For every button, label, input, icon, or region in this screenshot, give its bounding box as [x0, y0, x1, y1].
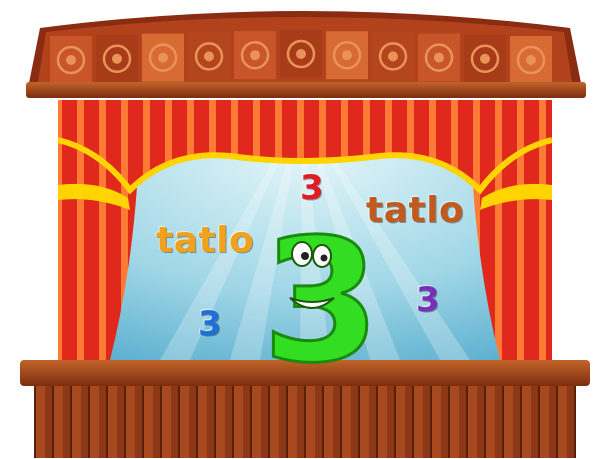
header-rail	[26, 82, 586, 98]
numeral-purple: 3	[416, 280, 440, 320]
word-right: tatlo	[366, 190, 465, 231]
rosette-center-icon	[296, 49, 306, 59]
rosette-center-icon	[434, 52, 444, 63]
rosette-center-icon	[250, 50, 260, 61]
word-left: tatlo	[156, 220, 255, 261]
numeral-red: 3	[300, 168, 324, 208]
numeral-blue: 3	[198, 304, 222, 344]
rosette-center-icon	[388, 51, 398, 62]
rosette-center-icon	[204, 51, 214, 62]
rosette-center-icon	[342, 50, 352, 61]
rosette-center-icon	[66, 55, 76, 65]
mascot-three: 3	[261, 202, 382, 403]
rosette-center-icon	[480, 53, 490, 64]
header-ornament-tiles	[50, 30, 552, 84]
theater-stage: 3	[20, 11, 590, 458]
rosette-center-icon	[526, 55, 536, 65]
rosette-center-icon	[158, 52, 168, 63]
rosette-center-icon	[112, 53, 122, 64]
